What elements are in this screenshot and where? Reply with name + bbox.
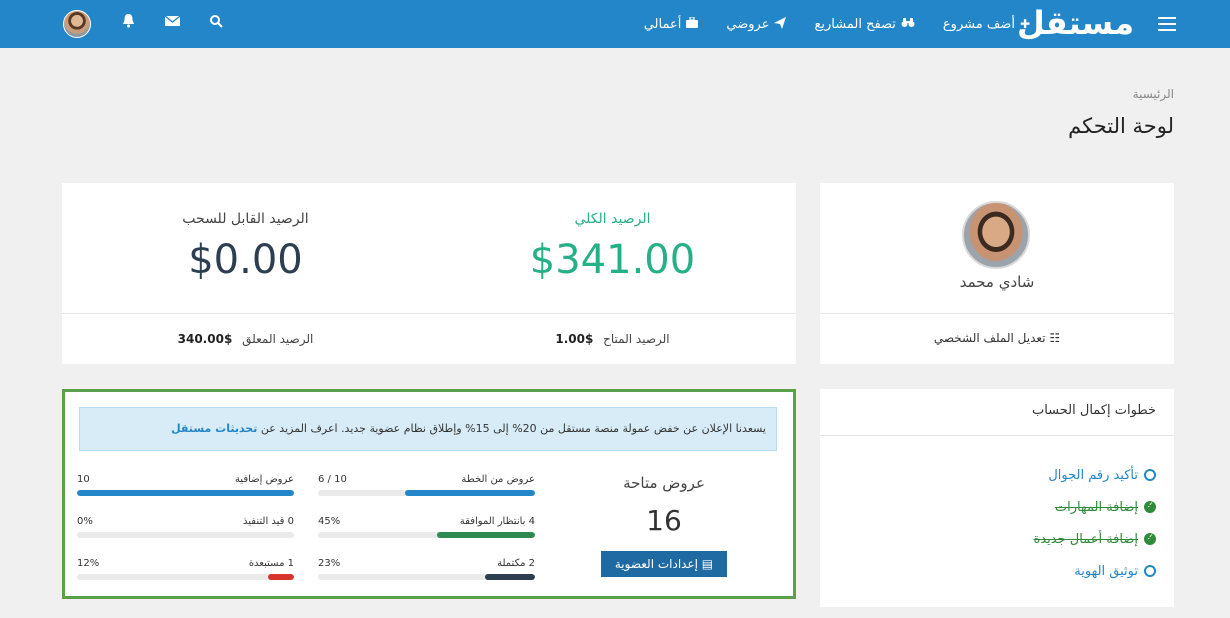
step-label: إضافة أعمال جديدة [1033, 531, 1138, 547]
available-offers-label: عروض متاحة [623, 474, 705, 492]
stat-label: 1 مستبعدة [248, 558, 294, 569]
withdrawable-balance-label: الرصيد القابل للسحب [182, 211, 309, 227]
main-nav: ✚ أضف مشروع تصفح المشاريع عروضي أعمالي [644, 0, 1030, 48]
membership-settings-button[interactable]: ▤ إعدادات العضوية [600, 551, 728, 577]
available-balance: الرصيد المتاح $1.00 [429, 332, 796, 346]
paper-plane-icon [774, 16, 787, 32]
pending-balance-label: الرصيد المعلق [242, 332, 314, 346]
progress-fill [404, 490, 535, 496]
nav-my-offers-label: عروضي [726, 16, 770, 32]
bell-icon[interactable] [119, 14, 137, 32]
balance-card: الرصيد الكلي $341.00 الرصيد القابل للسحب… [62, 183, 796, 364]
stat-completed: 2 مكتملة 23% [318, 558, 535, 588]
progress-fill [77, 490, 294, 496]
profile-name[interactable]: شادي محمد [820, 273, 1174, 291]
check-circle-icon: ✓ [1144, 533, 1156, 545]
announcement-banner: يسعدنا الإعلان عن خفض عمولة منصة مستقل م… [79, 407, 777, 451]
circle-icon [1144, 565, 1156, 577]
profile-card: شادي محمد ☷ تعديل الملف الشخصي [820, 183, 1174, 364]
circle-icon [1144, 469, 1156, 481]
edit-profile-label: تعديل الملف الشخصي [933, 331, 1046, 345]
withdrawable-balance-amount: $0.00 [188, 237, 303, 283]
check-circle-icon: ✓ [1144, 501, 1156, 513]
nav-my-offers[interactable]: عروضي [726, 16, 787, 32]
stat-value: 0% [77, 516, 93, 527]
breadcrumb[interactable]: الرئيسية [1133, 87, 1174, 101]
offers-card: يسعدنا الإعلان عن خفض عمولة منصة مستقل م… [62, 389, 796, 599]
search-icon[interactable] [207, 14, 225, 32]
nav-add-project[interactable]: ✚ أضف مشروع [943, 17, 1030, 32]
nav-browse-projects-label: تصفح المشاريع [814, 16, 896, 32]
sliders-icon: ☷ [1049, 331, 1061, 345]
step-add-works[interactable]: ✓ إضافة أعمال جديدة [1034, 523, 1156, 555]
progress-track [318, 574, 535, 580]
progress-track [318, 490, 535, 496]
divider [62, 313, 796, 314]
progress-track [77, 574, 294, 580]
stat-value: 45% [318, 516, 341, 527]
stat-label: 4 بانتظار الموافقة [459, 516, 535, 527]
top-navbar: مستقل ✚ أضف مشروع تصفح المشاريع عروضي أع… [0, 0, 1230, 48]
stat-value: 23% [318, 558, 341, 569]
page-title: لوحة التحكم [1068, 114, 1174, 138]
profile-avatar[interactable] [962, 201, 1030, 269]
stat-label: عروض إضافية [234, 474, 294, 485]
step-add-skills[interactable]: ✓ إضافة المهارات [1034, 491, 1156, 523]
step-label: توثيق الهوية [1074, 563, 1138, 579]
envelope-icon[interactable] [163, 14, 181, 32]
available-balance-amount: $1.00 [555, 332, 594, 346]
stat-plan-offers: عروض من الخطة 10 / 6 [318, 474, 535, 504]
total-balance-amount: $341.00 [529, 237, 696, 283]
progress-track [318, 532, 535, 538]
announcement-text: يسعدنا الإعلان عن خفض عمولة منصة مستقل م… [260, 422, 766, 435]
step-verify-identity[interactable]: توثيق الهوية [1034, 555, 1156, 587]
nav-my-works[interactable]: أعمالي [643, 16, 699, 32]
stat-label: 2 مكتملة [497, 558, 535, 569]
stat-value: 10 [77, 474, 90, 485]
nav-add-project-label: أضف مشروع [942, 16, 1015, 32]
divider [820, 313, 1174, 314]
stat-excluded: 1 مستبعدة 12% [77, 558, 294, 588]
total-balance: الرصيد الكلي $341.00 [429, 183, 796, 313]
step-label: إضافة المهارات [1054, 499, 1138, 515]
briefcase-icon [686, 16, 699, 31]
progress-fill [437, 532, 535, 538]
membership-settings-label: إعدادات العضوية [614, 557, 698, 571]
available-balance-label: الرصيد المتاح [603, 332, 670, 346]
stat-label: عروض من الخطة [461, 474, 535, 485]
withdrawable-balance: الرصيد القابل للسحب $0.00 [62, 183, 429, 313]
menu-icon[interactable] [1158, 17, 1176, 31]
stat-awaiting-approval: 4 بانتظار الموافقة 45% [318, 516, 535, 546]
step-label: تأكيد رقم الجوال [1048, 467, 1138, 483]
logo[interactable]: مستقل [1017, 1, 1135, 45]
total-balance-label: الرصيد الكلي [574, 211, 651, 227]
user-avatar[interactable] [63, 10, 91, 38]
stat-label: 0 قيد التنفيذ [243, 516, 294, 527]
stat-in-progress: 0 قيد التنفيذ 0% [77, 516, 294, 546]
step-verify-phone[interactable]: تأكيد رقم الجوال [1034, 459, 1156, 491]
plus-icon: ✚ [1019, 17, 1030, 31]
offers-summary: عروض متاحة 16 ▤ إعدادات العضوية [599, 474, 729, 577]
steps-list: تأكيد رقم الجوال ✓ إضافة المهارات ✓ إضاف… [1034, 459, 1156, 587]
id-card-icon: ▤ [701, 557, 714, 571]
stat-extra-offers: عروض إضافية 10 [77, 474, 294, 504]
binoculars-icon [901, 17, 915, 31]
nav-my-works-label: أعمالي [643, 16, 682, 32]
nav-browse-projects[interactable]: تصفح المشاريع [814, 16, 915, 32]
pending-balance: الرصيد المعلق $340.00 [62, 332, 429, 346]
announcement-link[interactable]: تحديثات مستقل [171, 422, 257, 435]
progress-track [77, 532, 294, 538]
divider [820, 435, 1174, 436]
pending-balance-amount: $340.00 [177, 332, 233, 346]
steps-title: خطوات إكمال الحساب [1031, 403, 1156, 418]
available-offers-count: 16 [646, 504, 682, 537]
edit-profile-link[interactable]: ☷ تعديل الملف الشخصي [820, 331, 1174, 345]
progress-track [77, 490, 294, 496]
stat-value: 12% [77, 558, 100, 569]
progress-fill [267, 574, 294, 580]
stat-value: 10 / 6 [318, 474, 347, 485]
account-steps-card: خطوات إكمال الحساب تأكيد رقم الجوال ✓ إض… [820, 389, 1174, 607]
progress-fill [485, 574, 535, 580]
